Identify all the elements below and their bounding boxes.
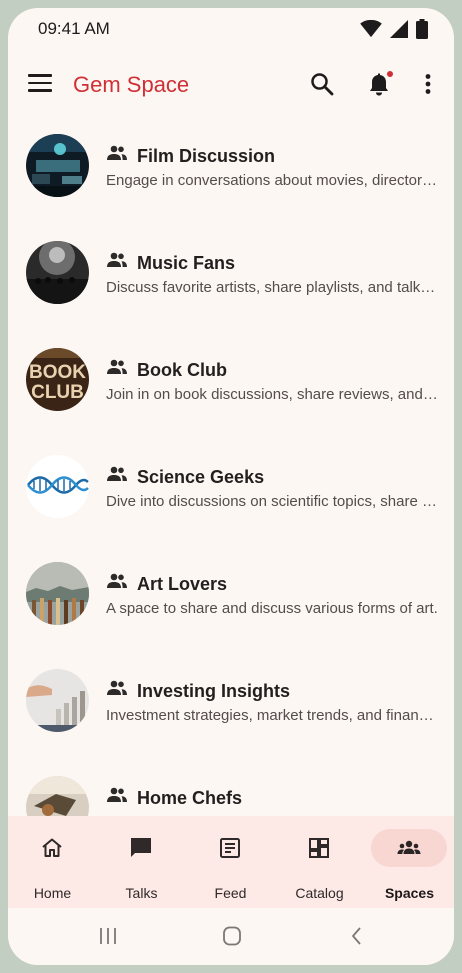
nav-label: Feed [214,885,247,901]
space-avatar-image [26,455,89,518]
menu-icon-line [28,74,52,77]
space-avatar-image [26,562,89,625]
group-icon [106,145,128,161]
space-title: Art Lovers [137,574,228,594]
space-avatar-image [26,776,89,816]
nav-label: Catalog [295,885,344,901]
wifi-icon [360,20,382,38]
space-item-science-geeks[interactable]: Science Geeks Dive into discussions on s… [8,439,454,546]
space-avatar-image [26,669,89,732]
space-description: Discuss favorite artists, share playlist… [106,279,438,296]
nav-item-feed[interactable]: Feed [186,816,275,908]
search-button[interactable] [308,70,336,98]
group-icon [106,680,128,696]
space-item-book-club[interactable]: BOOK CLUB Book Club Join in on book disc… [8,332,454,439]
spaces-list[interactable]: Film Discussion Engage in conversations … [8,118,454,816]
space-title: Home Chefs [137,788,243,808]
signal-icon [390,20,408,38]
app-title: Gem Space [73,72,190,97]
space-description: Investment strategies, market trends, an… [106,707,438,724]
nav-label: Home [33,885,72,901]
home-icon [42,838,62,857]
group-icon [106,252,128,268]
notification-bell-icon [370,71,393,96]
space-description: Engage in conversations about movies, di… [106,172,438,189]
space-title: Investing Insights [137,681,291,701]
bottom-navigation-bar: Home Talks Feed Catalog Spaces [8,816,454,908]
back-icon [352,927,361,945]
space-title: Book Club [137,360,227,380]
home-circle-icon [223,926,241,946]
system-home-button[interactable] [220,925,244,947]
system-navigation-bar [8,908,454,965]
group-icon [106,573,128,589]
group-icon [106,359,128,375]
space-description: A space to share and discuss various for… [106,600,438,617]
space-item-home-chefs[interactable]: Home Chefs [8,760,454,816]
nav-item-spaces[interactable]: Spaces [365,816,454,908]
groups-icon [397,840,421,854]
space-item-film-discussion[interactable]: Film Discussion Engage in conversations … [8,118,454,225]
nav-label: Talks [125,885,158,901]
recents-icon [100,928,116,944]
more-options-button[interactable] [414,70,442,98]
recents-button[interactable] [96,925,120,947]
nav-item-talks[interactable]: Talks [97,816,186,908]
status-icons [360,19,428,39]
space-item-music-fans[interactable]: Music Fans Discuss favorite artists, sha… [8,225,454,332]
nav-item-catalog[interactable]: Catalog [275,816,364,908]
space-title: Music Fans [137,253,236,273]
chat-icon [131,838,151,857]
phone-screen: 09:41 AM Gem Space Film Discussion Engag… [8,8,454,965]
menu-icon-line [28,81,52,84]
article-icon [220,838,240,858]
menu-button[interactable] [28,74,52,94]
space-title: Science Geeks [137,467,265,487]
space-avatar-image: BOOK CLUB [26,348,89,411]
status-bar: 09:41 AM [8,8,454,50]
group-icon [106,466,128,482]
nav-label: Spaces [384,885,435,901]
top-app-bar: Gem Space [8,50,454,118]
space-item-investing-insights[interactable]: Investing Insights Investment strategies… [8,653,454,760]
space-item-art-lovers[interactable]: Art Lovers A space to share and discuss … [8,546,454,653]
more-vert-icon [425,74,431,94]
back-button[interactable] [345,925,369,947]
book-club-logo-text: CLUB [31,382,84,403]
nav-item-home[interactable]: Home [8,816,97,908]
notifications-button[interactable] [365,70,393,98]
space-avatar-image [26,241,89,304]
group-icon [106,787,128,803]
book-club-logo-text: BOOK [29,362,86,383]
space-title: Film Discussion [137,146,276,166]
space-description: Dive into discussions on scientific topi… [106,493,438,510]
space-description: Join in on book discussions, share revie… [106,386,438,403]
notification-badge-dot [387,71,393,77]
dashboard-icon [309,838,329,858]
menu-icon-line [28,89,52,92]
status-time: 09:41 AM [38,19,110,38]
battery-icon [416,19,428,39]
search-icon [311,73,334,96]
space-avatar-image [26,134,89,197]
